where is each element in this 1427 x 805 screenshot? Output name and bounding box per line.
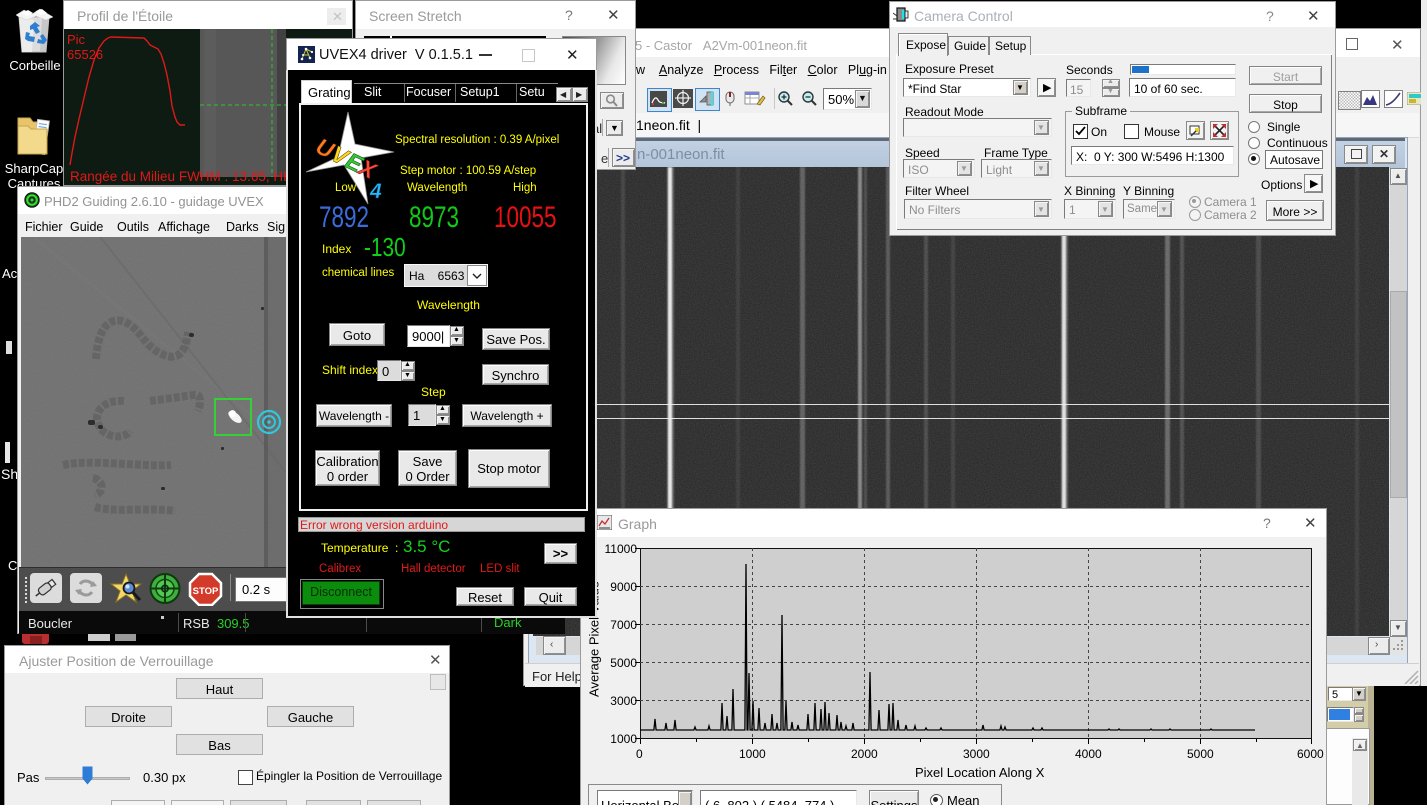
- svg-text:4: 4: [369, 180, 382, 203]
- svg-text:STOP: STOP: [193, 586, 219, 597]
